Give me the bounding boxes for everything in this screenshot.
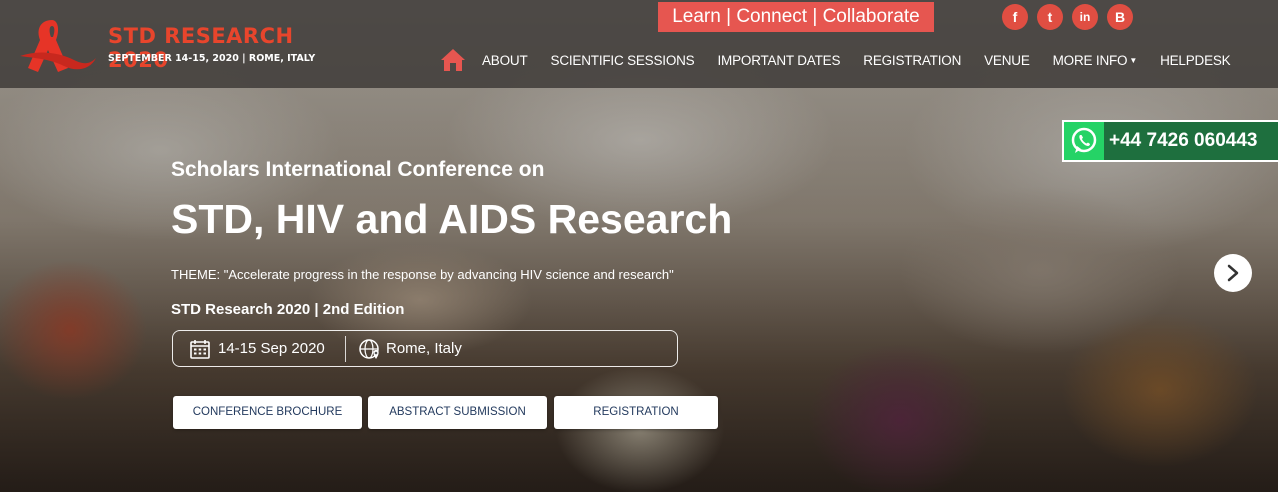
globe-location-icon <box>359 339 379 359</box>
nav-item-scientific-sessions[interactable]: SCIENTIFIC SESSIONS <box>551 53 695 68</box>
site-logo[interactable]: STD RESEARCH 2020 SEPTEMBER 14-15, 2020 … <box>18 16 328 76</box>
nav-item-venue[interactable]: VENUE <box>984 53 1030 68</box>
linkedin-icon[interactable]: in <box>1072 4 1098 30</box>
chevron-right-icon <box>1227 264 1239 282</box>
hero-theme: THEME: "Accelerate progress in the respo… <box>171 267 674 282</box>
facebook-icon[interactable]: f <box>1002 4 1028 30</box>
whatsapp-icon <box>1064 122 1104 160</box>
hero-edition: STD Research 2020 | 2nd Edition <box>171 301 405 318</box>
nav-item-helpdesk[interactable]: HELPDESK <box>1160 53 1231 68</box>
nav-item-more-info[interactable]: MORE INFO ▼ <box>1052 52 1138 68</box>
caret-down-icon: ▼ <box>1129 56 1138 66</box>
nav-item-important-dates[interactable]: IMPORTANT DATES <box>718 53 841 68</box>
logo-title: STD RESEARCH 2020 <box>108 24 294 72</box>
abstract-submission-button[interactable]: ABSTRACT SUBMISSION <box>368 396 547 429</box>
whatsapp-contact-badge[interactable]: +44 7426 060443 <box>1062 120 1278 162</box>
event-location: Rome, Italy <box>386 340 462 357</box>
home-icon[interactable] <box>440 47 466 73</box>
event-info-pill: 14-15 Sep 2020 Rome, Italy <box>172 330 678 367</box>
nav-item-registration[interactable]: REGISTRATION <box>863 53 961 68</box>
conference-brochure-button[interactable]: CONFERENCE BROCHURE <box>173 396 362 429</box>
top-navigation-bar: STD RESEARCH 2020 SEPTEMBER 14-15, 2020 … <box>0 0 1278 88</box>
tagline-banner: Learn | Connect | Collaborate <box>658 2 934 32</box>
whatsapp-number: +44 7426 060443 <box>1109 130 1258 151</box>
twitter-icon[interactable]: t <box>1037 4 1063 30</box>
hero-title: STD, HIV and AIDS Research <box>171 196 733 242</box>
blogger-icon[interactable]: B <box>1107 4 1133 30</box>
registration-button[interactable]: REGISTRATION <box>554 396 718 429</box>
social-links: f t in B <box>1002 4 1133 30</box>
event-date: 14-15 Sep 2020 <box>218 340 325 357</box>
calendar-icon <box>190 340 210 359</box>
nav-item-more-info-label: MORE INFO <box>1052 52 1128 68</box>
logo-subtitle: SEPTEMBER 14-15, 2020 | ROME, ITALY <box>108 53 316 64</box>
awareness-ribbon-icon <box>20 20 96 72</box>
carousel-next-button[interactable] <box>1214 254 1252 292</box>
pill-divider <box>345 336 346 362</box>
hero-pre-title: Scholars International Conference on <box>171 158 545 181</box>
main-nav: ABOUT SCIENTIFIC SESSIONS IMPORTANT DATE… <box>440 44 1254 76</box>
nav-item-about[interactable]: ABOUT <box>482 53 528 68</box>
